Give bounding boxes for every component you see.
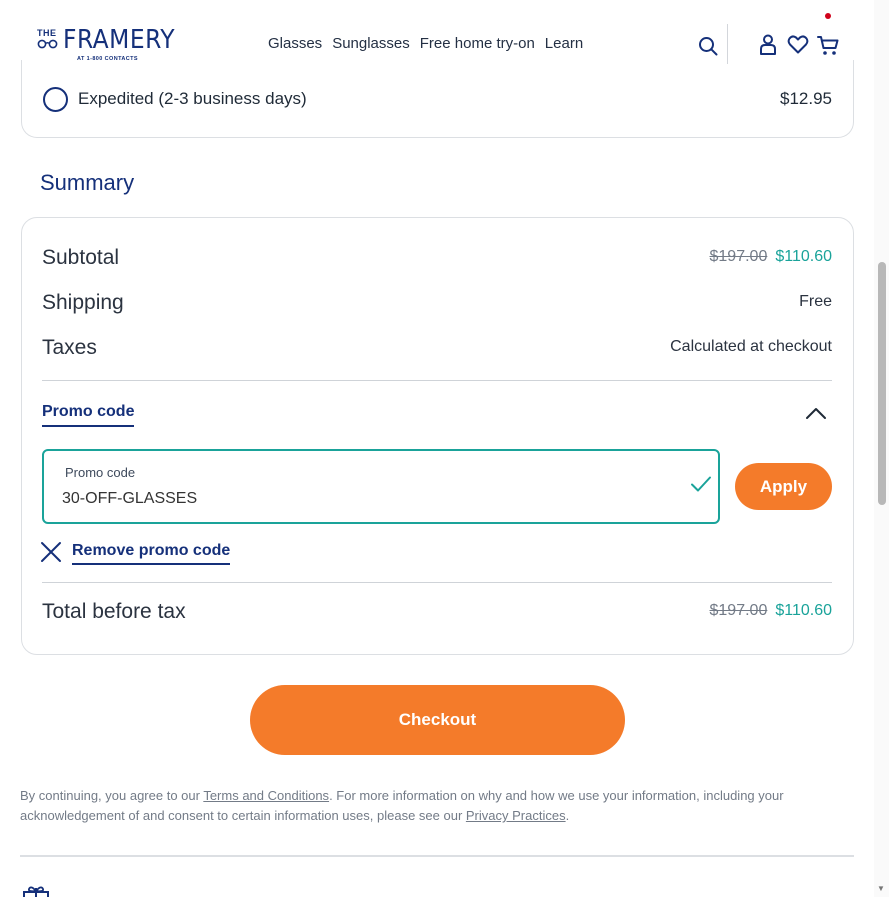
summary-card: Subtotal $197.00 $110.60 Shipping Free Ta… [21, 217, 854, 655]
subtotal-value: $197.00 $110.60 [710, 248, 833, 266]
total-label: Total before tax [42, 600, 186, 623]
search-icon[interactable] [698, 36, 718, 56]
total-sale-price: $110.60 [775, 602, 832, 619]
total-original-price: $197.00 [709, 602, 768, 619]
cut-off-text-line [66, 893, 346, 897]
scrollbar-thumb[interactable] [878, 262, 886, 505]
subtotal-original-price: $197.00 [709, 248, 768, 265]
logo-wordmark: FRAMERY [63, 25, 175, 55]
terms-link[interactable]: Terms and Conditions [203, 788, 329, 803]
shipping-option-price: $12.95 [780, 89, 832, 108]
promo-code-toggle[interactable]: Promo code [42, 403, 135, 427]
summary-divider [42, 380, 832, 381]
shipping-value: Free [799, 293, 832, 310]
check-icon [691, 476, 711, 492]
bottom-divider [20, 855, 854, 857]
promo-code-field[interactable]: Promo code [42, 449, 720, 524]
promo-field-label: Promo code [65, 465, 136, 480]
main-nav: Glasses Sunglasses Free home try-on Lear… [268, 35, 583, 52]
glasses-logo-icon [37, 39, 58, 49]
privacy-link[interactable]: Privacy Practices [466, 808, 566, 823]
account-icon[interactable] [759, 34, 777, 55]
promo-code-input[interactable] [62, 487, 662, 511]
taxes-label: Taxes [42, 336, 97, 359]
nav-learn[interactable]: Learn [545, 35, 583, 52]
logo-the: THE [37, 28, 57, 38]
close-icon [41, 542, 61, 562]
total-divider [42, 582, 832, 583]
summary-title: Summary [40, 170, 135, 195]
header-divider [727, 24, 728, 64]
nav-sunglasses[interactable]: Sunglasses [332, 35, 410, 52]
legal-text: By continuing, you agree to our Terms an… [20, 786, 860, 826]
nav-glasses[interactable]: Glasses [268, 35, 322, 52]
legal-prefix: By continuing, you agree to our [20, 788, 204, 803]
framery-logo[interactable]: THE FRAMERY AT 1-800 CONTACTS [37, 25, 175, 64]
shipping-option-label: Expedited (2-3 business days) [78, 89, 307, 108]
cart-icon[interactable] [817, 34, 839, 56]
scroll-down-arrow-icon[interactable]: ▼ [877, 884, 885, 893]
legal-suffix: . [565, 808, 570, 823]
subtotal-label: Subtotal [42, 246, 120, 269]
taxes-value: Calculated at checkout [670, 338, 832, 355]
cart-badge [825, 13, 831, 19]
remove-promo-label: Remove promo code [72, 542, 231, 565]
scrollbar[interactable]: ▼ [874, 0, 889, 897]
nav-free-home-try-on[interactable]: Free home try-on [420, 35, 535, 52]
shipping-radio-expedited[interactable] [43, 87, 68, 112]
checkout-button[interactable]: Checkout [250, 685, 625, 755]
heart-icon[interactable] [787, 35, 809, 54]
total-value: $197.00 $110.60 [710, 602, 833, 620]
subtotal-sale-price: $110.60 [775, 248, 832, 265]
shipping-options-card: Expedited (2-3 business days) $12.95 [21, 60, 854, 138]
shipping-label: Shipping [42, 291, 124, 314]
chevron-up-icon[interactable] [805, 406, 827, 420]
apply-promo-button[interactable]: Apply [735, 463, 832, 510]
gift-icon [23, 886, 49, 897]
